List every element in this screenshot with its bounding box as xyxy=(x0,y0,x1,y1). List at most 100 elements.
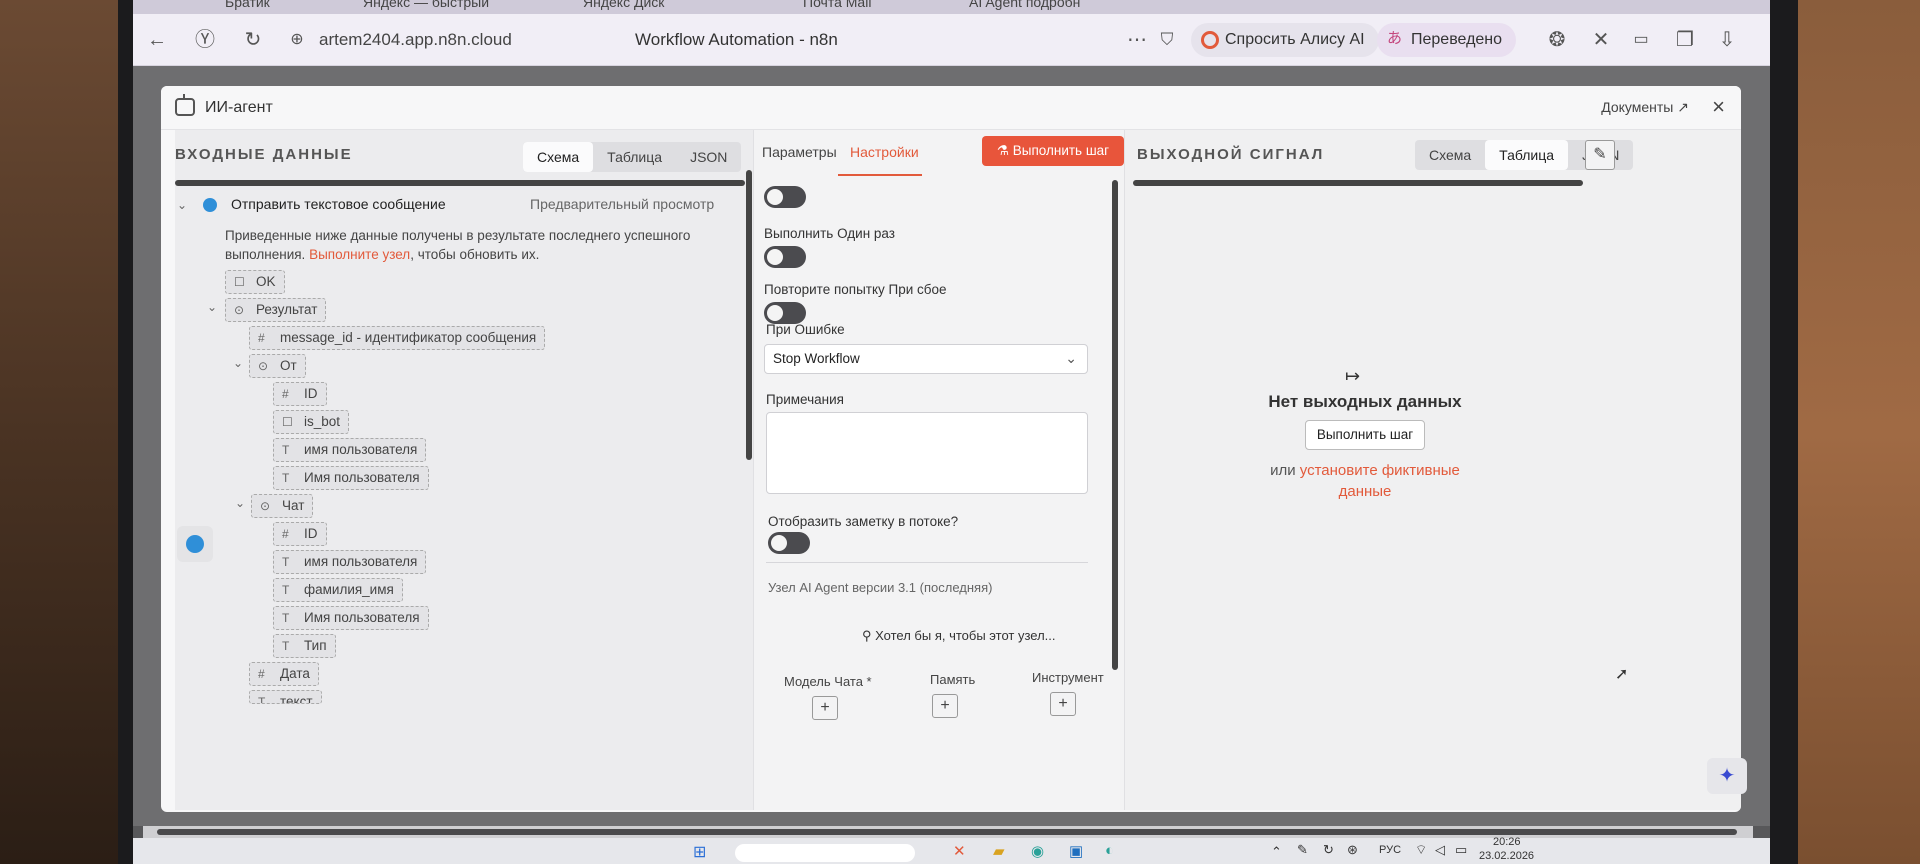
browser-tab[interactable]: Почта Mail xyxy=(803,0,871,12)
view-table-tab[interactable]: Таблица xyxy=(1485,140,1569,170)
wifi-icon[interactable]: ⌔ xyxy=(1415,842,1427,858)
add-tool-button[interactable]: + xyxy=(1050,692,1076,716)
scrollbar-thumb[interactable] xyxy=(157,829,1737,835)
notes-textarea[interactable] xyxy=(766,412,1088,494)
tray-icon[interactable]: ↻ xyxy=(1323,842,1334,858)
schema-field[interactable]: # Дата xyxy=(249,662,319,686)
schema-field[interactable]: ☐ is_bot xyxy=(273,410,350,434)
output-run-step-button[interactable]: Выполнить шаг xyxy=(1305,420,1425,450)
view-schema-tab[interactable]: Схема xyxy=(523,142,594,172)
field-label: Имя пользователя xyxy=(304,470,420,485)
settings-vertical-scrollbar[interactable] xyxy=(1112,180,1118,670)
translate-button[interactable]: あ Переведено xyxy=(1377,23,1517,57)
browser-tab[interactable]: Яндекс Диск xyxy=(583,0,664,12)
set-mock-data-link[interactable]: установите фиктивные данные xyxy=(1300,462,1460,500)
app-icon[interactable]: ◉ xyxy=(1031,842,1044,860)
chevron-down-icon[interactable]: ⌄ xyxy=(177,198,187,212)
telegram-node-handle[interactable] xyxy=(177,526,213,562)
schema-field[interactable]: # ID xyxy=(273,382,327,406)
site-info-icon[interactable]: ⊕ xyxy=(285,28,309,52)
field-label: Имя пользователя xyxy=(304,610,420,625)
input-panel: ВХОДНЫЕ ДАННЫЕ Схема Таблица JSON ⌄ Отпр… xyxy=(175,130,753,810)
alice-button[interactable]: Спросить Алису AI xyxy=(1191,23,1379,57)
on-error-select[interactable]: Stop Workflow ⌄ xyxy=(764,344,1088,374)
view-json-tab[interactable]: JSON xyxy=(676,142,741,172)
execute-once-toggle[interactable] xyxy=(764,246,806,268)
feedback-link[interactable]: ⚲ Хотел бы я, чтобы этот узел... xyxy=(862,628,1056,644)
address-bar[interactable]: artem2404.app.n8n.cloud xyxy=(319,30,512,50)
ai-assistant-button[interactable]: ✦ xyxy=(1707,758,1747,794)
external-link-icon: ↗ xyxy=(1677,99,1689,115)
tray-icon[interactable]: ⊛ xyxy=(1347,842,1358,858)
yandex-icon[interactable]: Ⓨ xyxy=(193,28,217,52)
schema-field[interactable]: Tтекст xyxy=(249,690,322,704)
browser-tab[interactable]: AI Agent подробн xyxy=(969,0,1080,12)
back-icon[interactable]: ← xyxy=(145,28,169,52)
bookmark-icon[interactable]: ⛉ xyxy=(1155,28,1179,52)
battery-icon[interactable]: ▭ xyxy=(1455,842,1467,858)
schema-field[interactable]: # ID xyxy=(273,522,327,546)
reload-icon[interactable]: ↻ xyxy=(241,28,265,52)
folder-icon[interactable]: ▰ xyxy=(993,842,1005,860)
schema-field[interactable]: ⊙ От xyxy=(249,354,306,378)
view-table-tab[interactable]: Таблица xyxy=(593,142,676,172)
battery-icon[interactable]: ▭ xyxy=(1629,28,1653,52)
field-label: Дата xyxy=(280,666,310,681)
schema-field[interactable]: # message_id - идентификатор сообщения xyxy=(249,326,546,350)
chevron-down-icon[interactable]: ⌄ xyxy=(235,496,245,510)
empty-output-title: Нет выходных данных xyxy=(1268,392,1462,411)
more-icon[interactable]: ⋯ xyxy=(1125,28,1149,52)
add-memory-button[interactable]: + xyxy=(932,694,958,718)
schema-field[interactable]: T Имя пользователя xyxy=(273,466,429,490)
browser-tab[interactable]: Яндекс — быстрый xyxy=(363,0,489,12)
lightbulb-icon: ⚲ xyxy=(862,628,872,643)
edge-icon[interactable]: ◐ xyxy=(1105,842,1114,859)
clock-time[interactable]: 20:26 xyxy=(1493,836,1521,848)
docs-link[interactable]: Документы ↗ xyxy=(1601,99,1689,116)
browser-toolbar: ← Ⓨ ↻ ⊕ artem2404.app.n8n.cloud Workflow… xyxy=(133,14,1770,66)
taskbar-search-box[interactable] xyxy=(735,844,915,862)
edit-output-button[interactable]: ✎ xyxy=(1585,140,1615,170)
download-icon[interactable]: ⇩ xyxy=(1715,28,1739,52)
tab-parameters[interactable]: Параметры xyxy=(762,144,837,160)
show-note-toggle[interactable] xyxy=(768,532,810,554)
execute-node-link[interactable]: Выполните узел xyxy=(309,247,410,262)
input-vertical-scrollbar[interactable] xyxy=(746,170,752,460)
source-node-name[interactable]: Отправить текстовое сообщение xyxy=(231,196,446,212)
toggle-previous-setting[interactable] xyxy=(764,186,806,208)
input-horizontal-scrollbar[interactable] xyxy=(175,180,745,186)
retry-toggle[interactable] xyxy=(764,302,806,324)
schema-field[interactable]: ⊙ Чат xyxy=(251,494,314,518)
app-icon[interactable]: ✕ xyxy=(953,842,966,860)
extension-icon[interactable]: ❂ xyxy=(1545,28,1569,52)
chevron-down-icon[interactable]: ⌄ xyxy=(233,356,243,370)
schema-field[interactable]: Tфамилия_имя xyxy=(273,578,403,602)
tab-settings[interactable]: Настройки xyxy=(850,144,919,160)
schema-field[interactable]: Tимя пользователя xyxy=(273,550,427,574)
output-horizontal-scrollbar[interactable] xyxy=(1133,180,1583,186)
start-icon[interactable]: ⊞ xyxy=(693,842,706,862)
collections-icon[interactable]: ❐ xyxy=(1673,28,1697,52)
view-schema-tab[interactable]: Схема xyxy=(1415,140,1485,170)
schema-field[interactable]: ☐ OK xyxy=(225,270,285,294)
connector-memory: Память xyxy=(930,672,976,687)
field-type-icon: T xyxy=(258,695,266,704)
close-button[interactable]: × xyxy=(1712,94,1725,120)
connector-chat-model: Модель Чата * xyxy=(784,674,872,689)
schema-field[interactable]: T Тип xyxy=(273,634,336,658)
run-step-button[interactable]: ⚗ Выполнить шаг xyxy=(982,136,1124,166)
kilo-icon[interactable]: ✕ xyxy=(1589,28,1613,52)
chevron-down-icon[interactable]: ⌄ xyxy=(207,300,217,314)
clock-date[interactable]: 23.02.2026 xyxy=(1479,850,1534,862)
browser-tab[interactable]: Братик xyxy=(225,0,270,12)
volume-icon[interactable]: ◁ xyxy=(1435,842,1445,858)
modal-header: ИИ-агент Документы ↗ × xyxy=(161,86,1741,130)
app-icon[interactable]: ▣ xyxy=(1069,842,1083,860)
tray-icon[interactable]: ✎ xyxy=(1297,842,1308,858)
schema-field[interactable]: ⊙ Результат xyxy=(225,298,327,322)
schema-field[interactable]: T Имя пользователя xyxy=(273,606,429,630)
add-chat-model-button[interactable]: + xyxy=(812,696,838,720)
language-indicator[interactable]: РУС xyxy=(1379,844,1401,856)
chevron-up-icon[interactable]: ⌃ xyxy=(1271,844,1282,860)
schema-field[interactable]: Tимя пользователя xyxy=(273,438,427,462)
